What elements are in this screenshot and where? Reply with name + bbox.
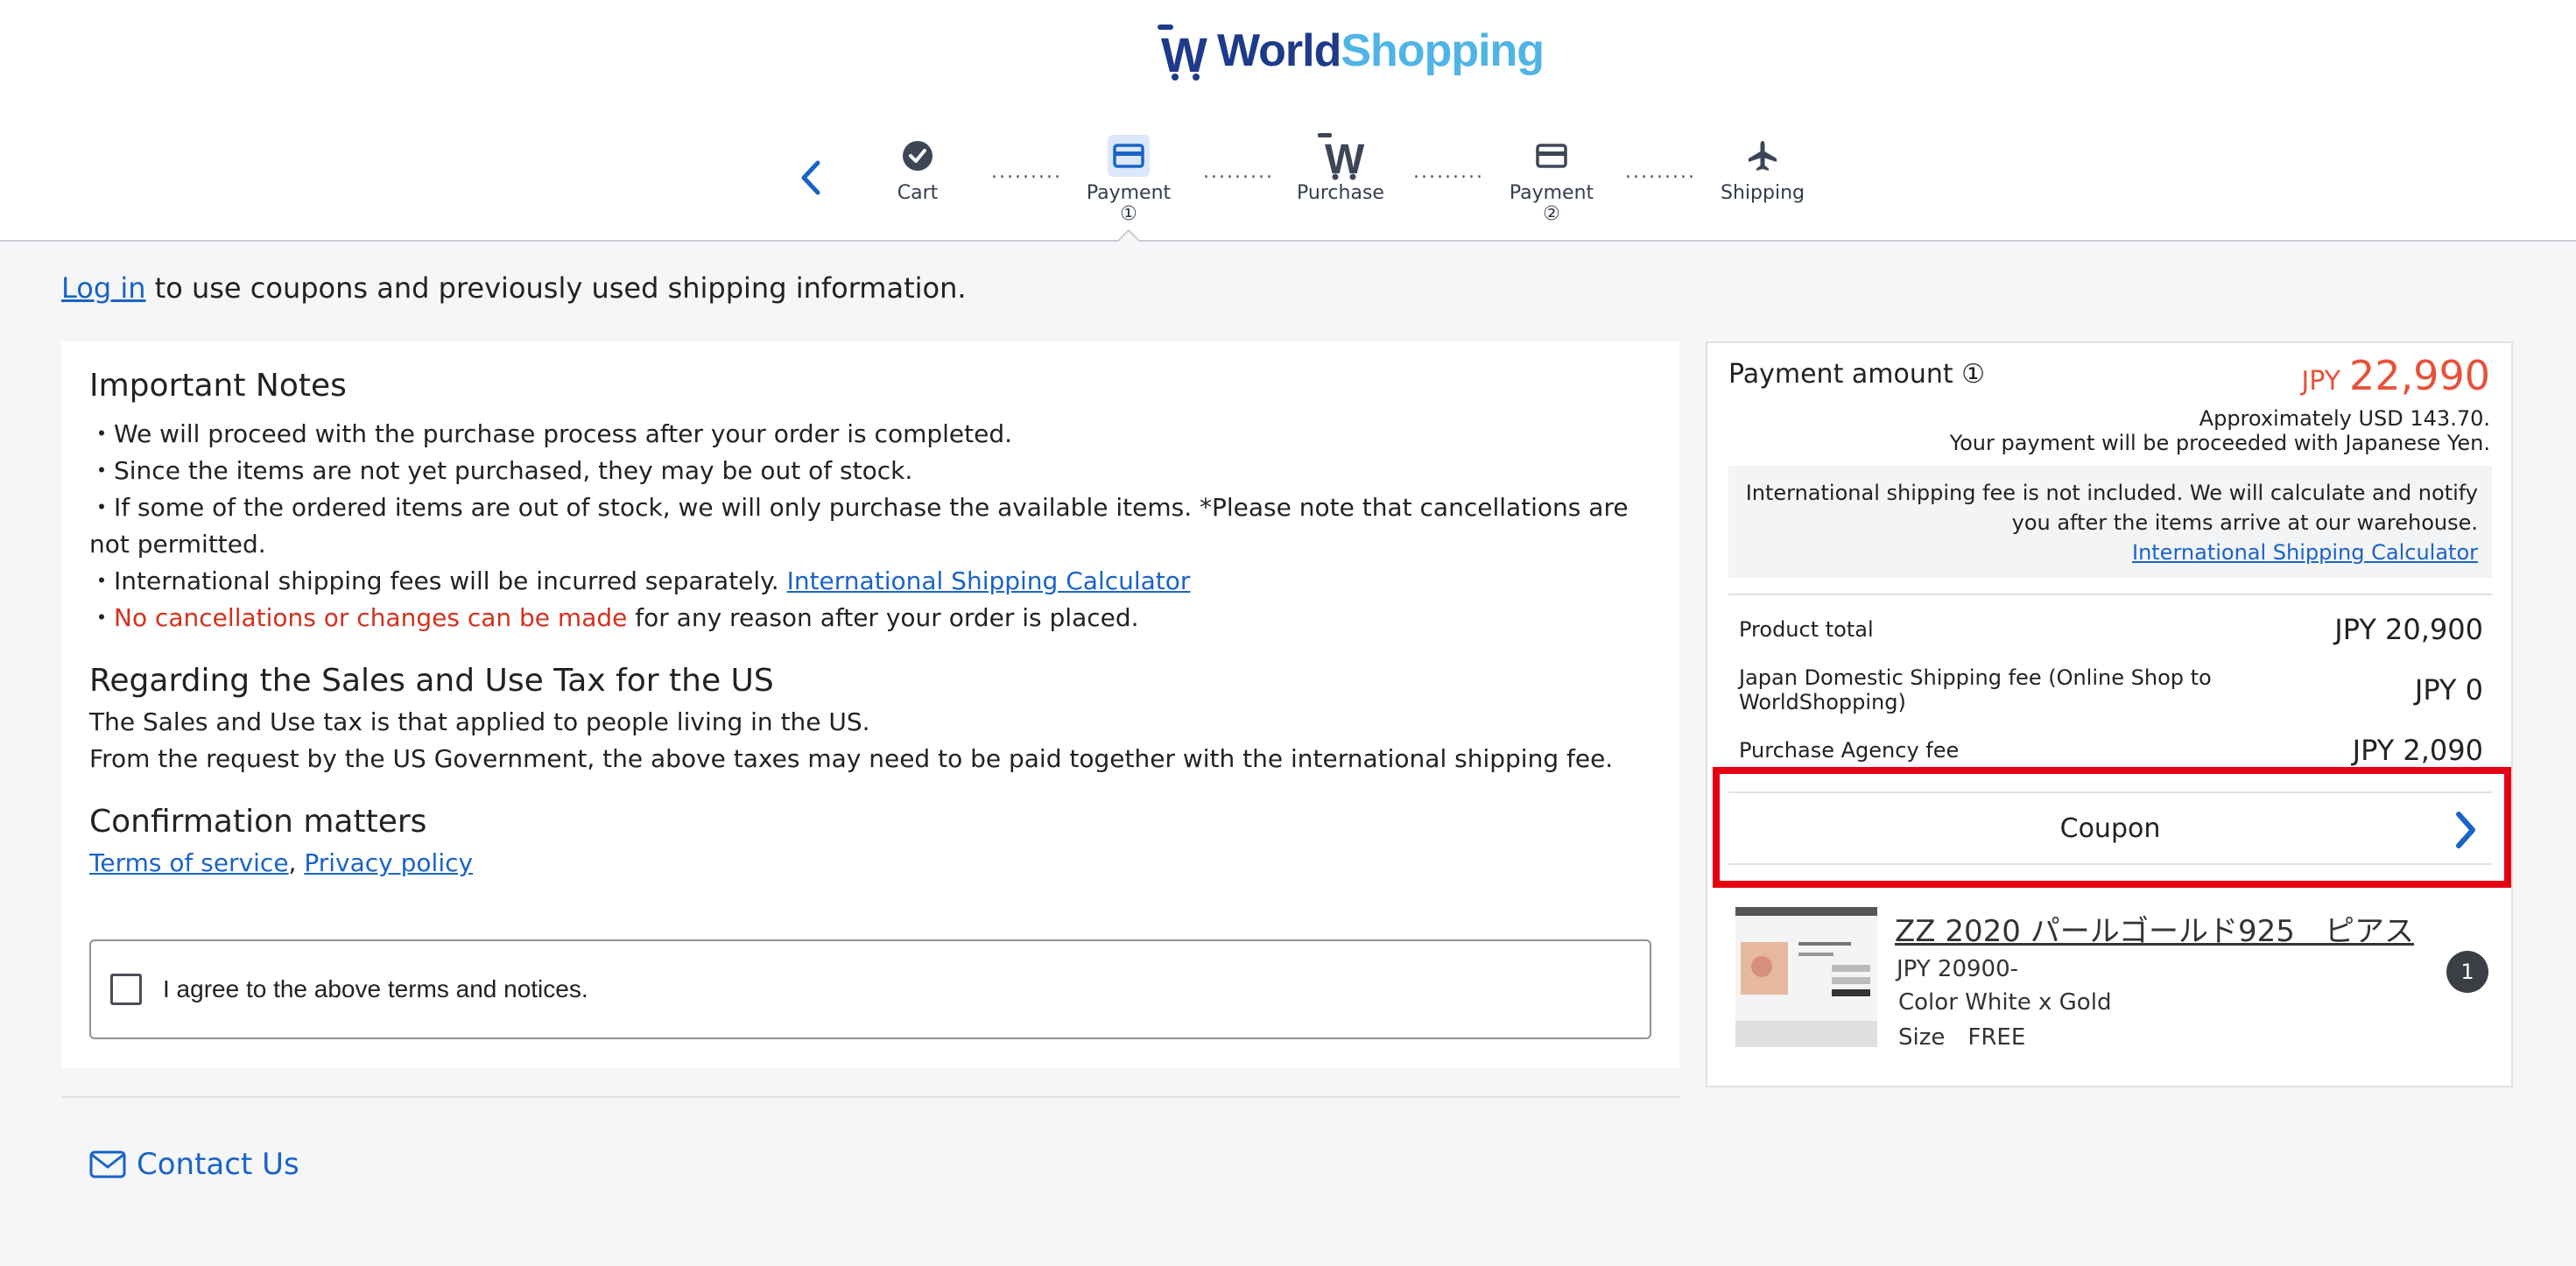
- comma-separator: ,: [288, 848, 305, 877]
- step-purchase: W Purchase: [1279, 131, 1402, 204]
- logo-text: WorldShopping: [1217, 25, 1545, 77]
- yen-note: Your payment will be proceeded with Japa…: [1949, 431, 2490, 455]
- tax-line: From the request by the US Government, t…: [89, 744, 1614, 773]
- order-summary-panel: Payment amount ① JPY 22,990 Approximatel…: [1706, 341, 2513, 1087]
- note-line-text: ・International shipping fees will be inc…: [89, 566, 787, 595]
- credit-card-icon: [1490, 131, 1613, 180]
- step-purchase-label: Purchase: [1297, 182, 1384, 204]
- note-bullet: ・: [89, 603, 115, 632]
- step-shipping-label: Shipping: [1721, 182, 1805, 204]
- mail-icon: [89, 1150, 126, 1178]
- intl-shipping-text: International shipping fee is not includ…: [1745, 481, 2478, 535]
- product-item: ZZ 2020 パールゴールド925 ピアス JPY 20900- Color …: [1735, 907, 2488, 1065]
- agree-terms-checkbox-row[interactable]: I agree to the above terms and notices.: [89, 939, 1651, 1039]
- contact-us-link[interactable]: Contact Us: [89, 1147, 299, 1182]
- step-payment-2-number: ②: [1543, 203, 1560, 225]
- row-value: JPY 0: [2414, 673, 2483, 707]
- product-color: Color White x Gold: [1898, 989, 2112, 1016]
- row-value: JPY 20,900: [2334, 613, 2483, 646]
- credit-card-icon: [1108, 135, 1150, 177]
- step-payment-1-label: Payment: [1086, 182, 1172, 204]
- note-line: ・We will proceed with the purchase proce…: [89, 419, 1013, 448]
- svg-text:W: W: [1325, 137, 1365, 180]
- divider: [61, 1096, 1679, 1098]
- row-label: Product total: [1739, 617, 1874, 642]
- no-cancellation-warning: No cancellations or changes can be made: [114, 603, 628, 632]
- approx-usd-text: Approximately USD 143.70.: [2199, 406, 2490, 431]
- logo-text-shopping: Shopping: [1341, 25, 1545, 76]
- purchase-w-icon: W: [1279, 131, 1402, 180]
- payment-amount-title: Payment amount ①: [1728, 359, 1986, 390]
- important-notes-panel: Important Notes ・We will proceed with th…: [61, 341, 1679, 1068]
- terms-of-service-link[interactable]: Terms of service: [89, 848, 289, 877]
- back-chevron-icon[interactable]: [793, 156, 828, 200]
- logo-text-world: World: [1217, 25, 1341, 76]
- sales-tax-title: Regarding the Sales and Use Tax for the …: [89, 663, 774, 699]
- shipping-calculator-link[interactable]: International Shipping Calculator: [787, 566, 1191, 595]
- agree-checkbox-label: I agree to the above terms and notices.: [163, 975, 588, 1002]
- note-line-text: for any reason after your order is place…: [627, 603, 1139, 632]
- important-notes-title: Important Notes: [89, 368, 347, 404]
- airplane-icon: [1701, 131, 1824, 180]
- login-prompt: Log in to use coupons and previously use…: [61, 271, 967, 305]
- domestic-shipping-row: Japan Domestic Shipping fee (Online Shop…: [1739, 665, 2483, 714]
- product-thumbnail[interactable]: [1735, 907, 1877, 1047]
- payment-amount: JPY 22,990: [2301, 352, 2490, 399]
- step-connector: .........: [1203, 161, 1274, 183]
- row-label: Purchase Agency fee: [1739, 738, 1960, 763]
- row-value: JPY 2,090: [2352, 734, 2483, 767]
- check-circle-icon: [856, 131, 979, 180]
- quantity-badge: 1: [2446, 951, 2488, 993]
- note-line: ・International shipping fees will be inc…: [89, 563, 1651, 600]
- separator: [1728, 594, 2492, 595]
- step-payment-1-number: ①: [1120, 203, 1137, 225]
- step-cart: Cart: [856, 131, 979, 204]
- product-price: JPY 20900-: [1897, 956, 2019, 982]
- payment-amount-value: 22,990: [2349, 352, 2490, 399]
- cart-logo-icon: W: [1154, 19, 1217, 82]
- product-size: Size FREE: [1898, 1024, 2026, 1051]
- step-connector: .........: [1625, 161, 1696, 183]
- product-title-link[interactable]: ZZ 2020 パールゴールド925 ピアス: [1895, 907, 2414, 950]
- approx-usd: Approximately USD 143.70. Your payment w…: [1950, 406, 2490, 455]
- step-payment-2: Payment ②: [1490, 131, 1613, 225]
- note-line: ・Since the items are not yet purchased, …: [89, 456, 913, 485]
- worldshopping-logo[interactable]: W WorldShopping: [1154, 16, 1545, 86]
- svg-text:W: W: [1161, 27, 1207, 82]
- privacy-policy-link[interactable]: Privacy policy: [304, 848, 473, 877]
- tax-line: The Sales and Use tax is that applied to…: [89, 707, 870, 736]
- active-step-caret: [1117, 229, 1140, 242]
- contact-us-label: Contact Us: [137, 1147, 299, 1182]
- intl-shipping-note: International shipping fee is not includ…: [1728, 466, 2492, 578]
- step-connector: .........: [1413, 161, 1484, 183]
- step-shipping: Shipping: [1701, 131, 1824, 204]
- header: W WorldShopping Cart ......... Payment ①…: [0, 0, 2576, 242]
- note-line: ・No cancellations or changes can be made…: [89, 600, 1651, 637]
- intl-shipping-calculator-link[interactable]: International Shipping Calculator: [2132, 540, 2478, 565]
- note-line: ・If some of the ordered items are out of…: [89, 493, 1629, 559]
- coupon-highlight-box: [1713, 767, 2511, 888]
- product-total-row: Product total JPY 20,900: [1739, 613, 2483, 646]
- terms-links: Terms of service, Privacy policy: [89, 845, 1651, 882]
- agency-fee-row: Purchase Agency fee JPY 2,090: [1739, 734, 2483, 767]
- login-prompt-text: to use coupons and previously used shipp…: [145, 271, 967, 305]
- agree-checkbox[interactable]: [110, 974, 142, 1005]
- row-label: Japan Domestic Shipping fee (Online Shop…: [1739, 665, 2212, 714]
- payment-currency: JPY: [2301, 366, 2341, 397]
- step-payment-2-label: Payment: [1509, 182, 1594, 204]
- step-cart-label: Cart: [897, 182, 939, 204]
- confirmation-title: Confirmation matters: [89, 804, 427, 840]
- login-link[interactable]: Log in: [61, 271, 146, 305]
- step-payment-1: Payment ①: [1067, 131, 1190, 225]
- step-connector: .........: [991, 161, 1062, 183]
